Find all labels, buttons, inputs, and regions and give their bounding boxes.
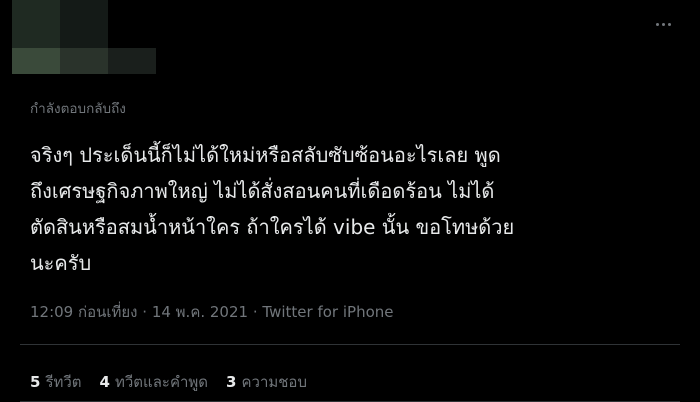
quote-tweets-count: 4 — [99, 373, 110, 391]
meta-separator: · — [252, 303, 258, 321]
blur-block — [12, 0, 60, 48]
tweet-text-line: ถึงเศรษฐกิจภาพใหญ่ ไม่ได้สั่งสอนคนที่เดื… — [30, 179, 495, 203]
divider — [20, 344, 680, 345]
likes-count: 3 — [226, 373, 237, 391]
tweet-time[interactable]: 12:09 ก่อนเที่ยง — [30, 303, 137, 321]
likes-label: ความชอบ — [241, 373, 307, 391]
replying-to-label: กำลังตอบกลับถึง — [30, 101, 126, 117]
retweets-label: รีทวีต — [45, 373, 82, 391]
blurred-avatar[interactable] — [12, 0, 156, 74]
blur-block — [108, 48, 156, 74]
tweet-text: จริงๆ ประเด็นนี้ก็ไม่ได้ใหม่หรือสลับซับซ… — [30, 137, 680, 281]
blur-block — [60, 48, 108, 74]
more-horizontal-icon — [667, 22, 671, 26]
tweet-date[interactable]: 14 พ.ค. 2021 — [152, 303, 248, 321]
tweet-source[interactable]: Twitter for iPhone — [262, 303, 393, 321]
tweet-meta: 12:09 ก่อนเที่ยง · 14 พ.ค. 2021 · Twitte… — [30, 300, 394, 324]
tweet-text-line: นะครับ — [30, 251, 92, 275]
likes-stat[interactable]: 3 ความชอบ — [226, 370, 307, 394]
quote-tweets-stat[interactable]: 4 ทวีตและคำพูด — [100, 370, 209, 394]
more-horizontal-icon — [661, 22, 665, 26]
quote-tweets-label: ทวีตและคำพูด — [114, 373, 209, 391]
tweet-text-line: ตัดสินหรือสมน้ำหน้าใคร ถ้าใครได้ vibe นั… — [30, 215, 515, 239]
more-horizontal-icon — [655, 22, 659, 26]
more-options-button[interactable] — [648, 12, 678, 36]
retweets-stat[interactable]: 5 รีทวีต — [30, 370, 82, 394]
blur-block — [12, 48, 60, 74]
meta-separator: · — [142, 303, 148, 321]
tweet-stats: 5 รีทวีต 4 ทวีตและคำพูด 3 ความชอบ — [30, 370, 307, 394]
blur-block — [60, 0, 108, 48]
retweets-count: 5 — [30, 373, 41, 391]
tweet-text-line: จริงๆ ประเด็นนี้ก็ไม่ได้ใหม่หรือสลับซับซ… — [30, 143, 501, 167]
